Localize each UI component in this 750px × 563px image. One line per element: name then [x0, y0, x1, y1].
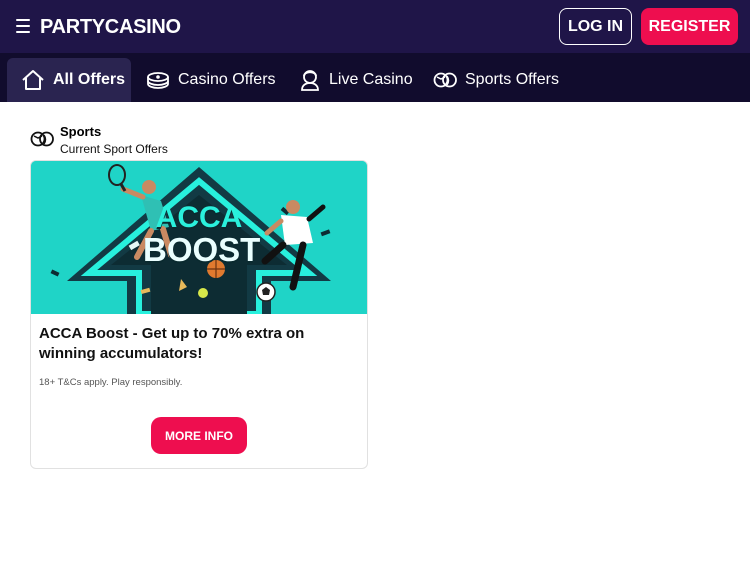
- tab-label: All Offers: [53, 71, 126, 88]
- section-subtitle: Current Sport Offers: [60, 142, 168, 156]
- tab-live-casino[interactable]: Live Casino: [299, 58, 413, 102]
- banner-headline: ACCA BOOST: [143, 201, 261, 268]
- login-button[interactable]: LOG IN: [559, 8, 632, 45]
- tab-label: Casino Offers: [178, 71, 276, 88]
- sports-balls-icon: [30, 131, 54, 147]
- offer-banner-image[interactable]: ACCA BOOST: [31, 161, 367, 314]
- register-button[interactable]: REGISTER: [641, 8, 738, 45]
- sports-balls-icon: [433, 72, 457, 88]
- offers-nav: All Offers Casino Offers Live Casino Spo…: [0, 53, 750, 102]
- logo[interactable]: PARTYCASINO: [40, 15, 181, 39]
- offer-terms: 18+ T&Cs apply. Play responsibly.: [39, 377, 183, 388]
- tab-casino-offers[interactable]: Casino Offers: [146, 58, 276, 102]
- offer-card: ACCA BOOST ACCA Boost - Get up to 70% ex…: [30, 160, 368, 469]
- more-info-button[interactable]: MORE INFO: [151, 417, 247, 454]
- top-header: PARTYCASINO LOG IN REGISTER: [0, 0, 750, 53]
- home-icon: [22, 70, 44, 90]
- section-title: Sports: [60, 124, 102, 139]
- casino-chips-icon: [147, 72, 169, 89]
- tab-all-offers[interactable]: All Offers: [7, 58, 131, 102]
- offer-title: ACCA Boost - Get up to 70% extra on winn…: [39, 325, 305, 362]
- tab-sports-offers[interactable]: Sports Offers: [433, 58, 559, 102]
- dealer-icon: [301, 70, 319, 91]
- menu-icon[interactable]: [16, 19, 30, 33]
- tab-label: Sports Offers: [465, 71, 559, 88]
- tab-label: Live Casino: [329, 71, 413, 88]
